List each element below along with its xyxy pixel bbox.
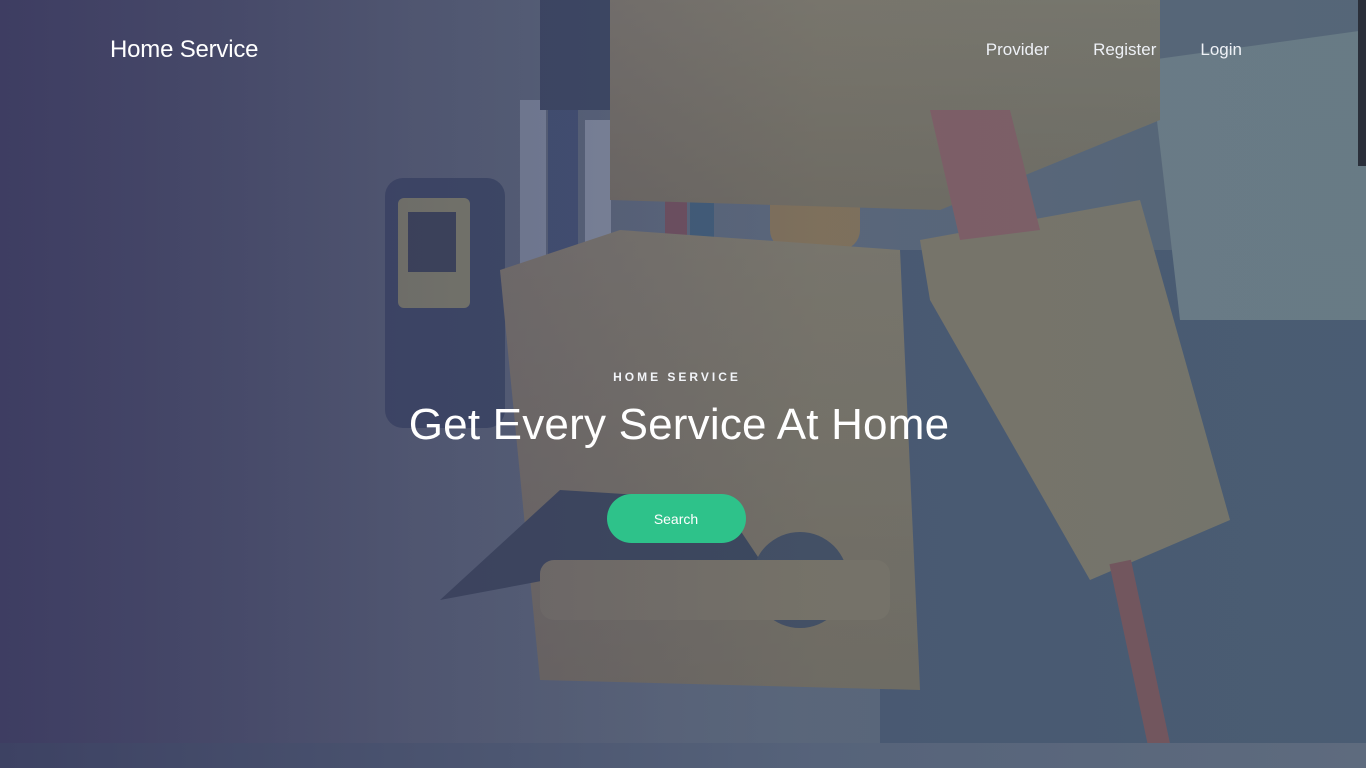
nav-link-provider[interactable]: Provider <box>986 40 1049 60</box>
next-section-edge <box>0 743 1366 768</box>
page: Home Service Provider Register Login HOM… <box>0 0 1366 768</box>
hero-eyebrow: HOME SERVICE <box>613 370 741 384</box>
hero-headline: Get Every Service At Home <box>408 400 950 449</box>
main-nav: Provider Register Login <box>986 40 1242 60</box>
hero-section: HOME SERVICE Get Every Service At Home S… <box>0 370 1366 543</box>
nav-link-login[interactable]: Login <box>1200 40 1242 60</box>
nav-link-register[interactable]: Register <box>1093 40 1156 60</box>
search-button[interactable]: Search <box>606 494 746 543</box>
site-header: Home Service Provider Register Login <box>0 0 1366 100</box>
brand-logo-link[interactable]: Home Service <box>110 36 259 64</box>
